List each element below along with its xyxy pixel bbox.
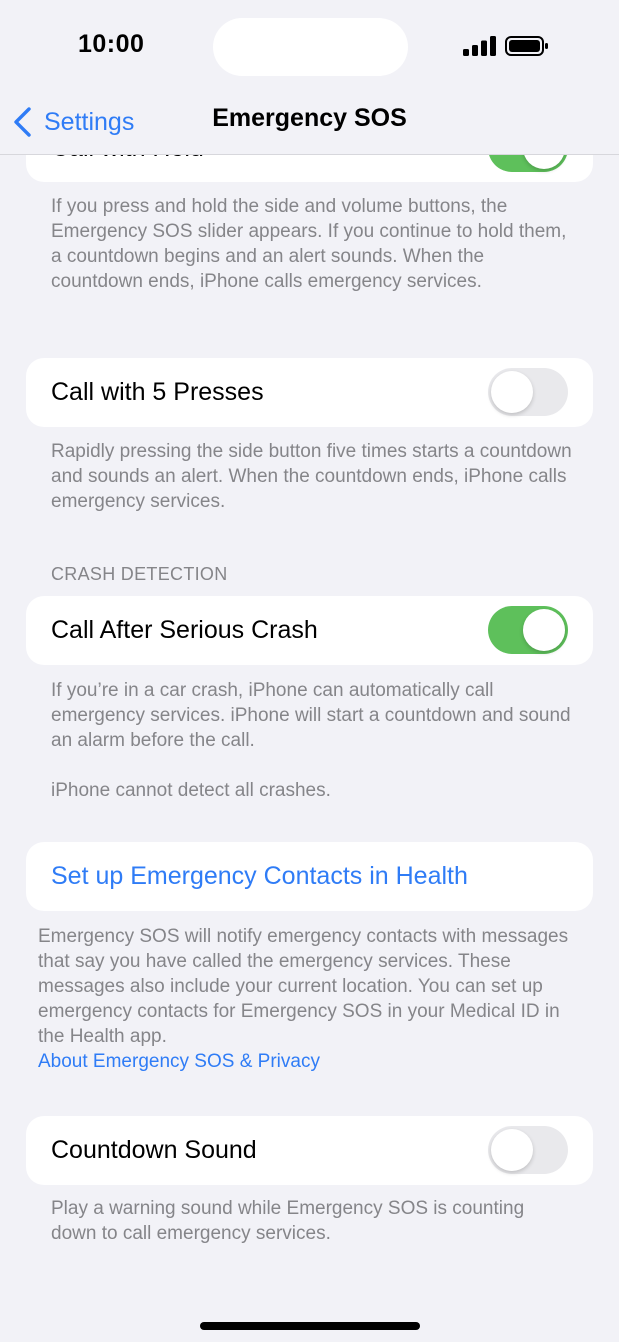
emergency-contacts-row[interactable]: Set up Emergency Contacts in Health — [26, 842, 593, 911]
call-with-hold-footnote: If you press and hold the side and volum… — [51, 196, 567, 292]
countdown-sound-row: Countdown Sound — [26, 1116, 593, 1185]
navigation-bar: Settings Emergency SOS — [0, 92, 619, 155]
countdown-sound-toggle[interactable] — [488, 1126, 568, 1174]
call-after-serious-crash-row: Call After Serious Crash — [26, 596, 593, 665]
call-with-5-presses-footnote: Rapidly pressing the side button five ti… — [51, 441, 572, 512]
call-after-serious-crash-label: Call After Serious Crash — [51, 616, 318, 644]
settings-content: Call with Hold If you press and hold the… — [0, 0, 619, 1342]
crash-detection-footnote: If you’re in a car crash, iPhone can aut… — [51, 680, 571, 751]
emergency-contacts-footnote-text: Emergency SOS will notify emergency cont… — [38, 926, 569, 1047]
toggle-knob — [523, 609, 565, 651]
toggle-knob — [491, 371, 533, 413]
countdown-sound-label: Countdown Sound — [51, 1136, 257, 1164]
about-emergency-sos-privacy-link[interactable]: About Emergency SOS & Privacy — [38, 1051, 320, 1072]
set-up-emergency-contacts-link[interactable]: Set up Emergency Contacts in Health — [51, 862, 468, 891]
toggle-knob — [491, 1129, 533, 1171]
crash-detection-header: CRASH DETECTION — [51, 564, 228, 584]
page-title: Emergency SOS — [212, 104, 407, 132]
crash-detection-footnote-2: iPhone cannot detect all crashes. — [51, 780, 331, 801]
emergency-contacts-footnote: Emergency SOS will notify emergency cont… — [38, 924, 583, 1074]
call-with-5-presses-toggle[interactable] — [488, 368, 568, 416]
countdown-sound-footnote: Play a warning sound while Emergency SOS… — [51, 1198, 525, 1244]
call-with-5-presses-label: Call with 5 Presses — [51, 378, 264, 406]
call-with-5-presses-row: Call with 5 Presses — [26, 358, 593, 427]
call-after-serious-crash-toggle[interactable] — [488, 606, 568, 654]
home-indicator — [200, 1322, 420, 1330]
